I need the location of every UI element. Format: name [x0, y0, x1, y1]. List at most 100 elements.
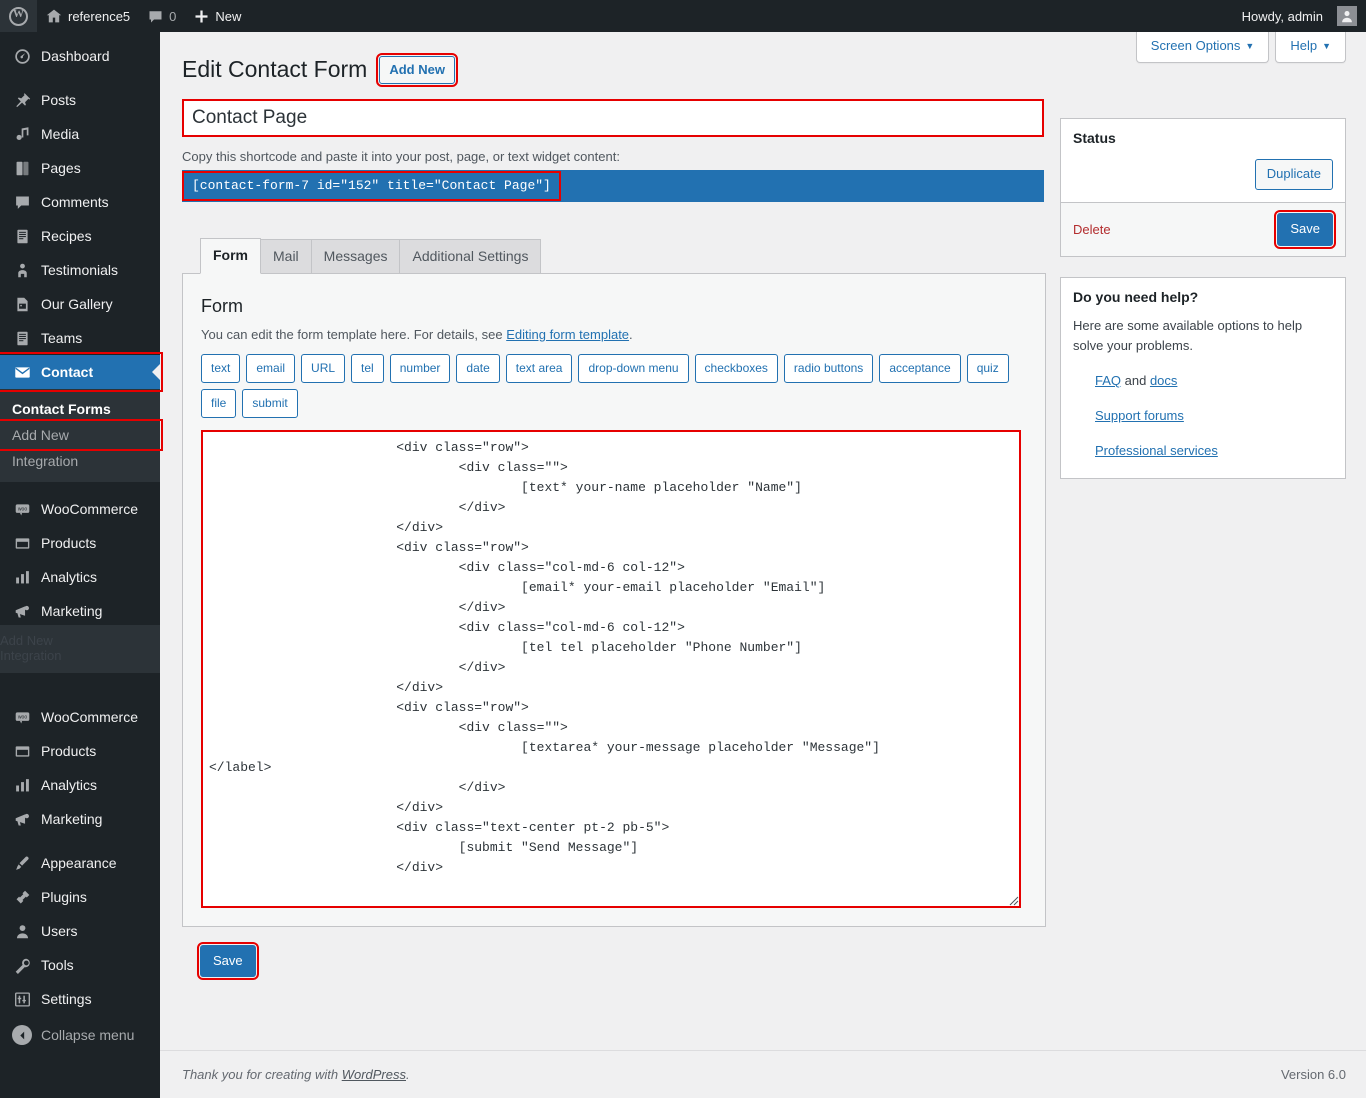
duplicate-contact-submenu-overlay: Add New Integration [0, 625, 160, 673]
save-bottom-wrap: Save [182, 927, 1046, 981]
pin-icon [12, 90, 32, 110]
support-forums-link[interactable]: Support forums [1095, 408, 1184, 423]
sidebar-item-settings[interactable]: Settings [0, 982, 160, 1016]
sidebar-label: Teams [41, 330, 83, 346]
sidebar-item-comments[interactable]: Comments [0, 185, 160, 219]
side-column: Status Duplicate Delete Save Do you need… [1060, 118, 1346, 499]
sidebar-label: Comments [41, 194, 109, 210]
faq-link[interactable]: FAQ [1095, 373, 1121, 388]
list-item: Professional services [1095, 441, 1333, 462]
sidebar-item-appearance[interactable]: Appearance [0, 846, 160, 880]
delete-link[interactable]: Delete [1073, 222, 1111, 237]
sidebar-label: WooCommerce [41, 501, 138, 517]
help-links-list: FAQ and docs Support forums Professional… [1073, 371, 1333, 461]
desc-prefix: You can edit the form template here. For… [201, 327, 507, 343]
collapse-menu-button[interactable]: Collapse menu [0, 1018, 160, 1052]
tab-additional-settings[interactable]: Additional Settings [399, 238, 542, 274]
duplicate-button[interactable]: Duplicate [1254, 159, 1333, 190]
svg-text:woo: woo [17, 714, 27, 720]
submenu-arrow-icon [152, 364, 160, 380]
shortcode-field[interactable]: [contact-form-7 id="152" title="Contact … [182, 169, 1044, 202]
add-new-button[interactable]: Add New [376, 53, 458, 87]
submenu-item-add-new[interactable]: Add New [0, 419, 163, 451]
woo-icon: woo [12, 499, 32, 519]
submenu-item-integration-duplicate[interactable]: Integration [0, 648, 160, 663]
avatar [1337, 6, 1357, 26]
tag-button-acceptance[interactable]: acceptance [879, 354, 961, 383]
brush-icon [12, 853, 32, 873]
sidebar-item-woocommerce-2[interactable]: woo WooCommerce [0, 700, 160, 734]
admin-bar: reference5 0 New Howdy, admin [0, 0, 1366, 32]
sidebar-item-plugins[interactable]: Plugins [0, 880, 160, 914]
sidebar-label: Pages [41, 160, 81, 176]
docs-link[interactable]: docs [1150, 373, 1177, 388]
sidebar-item-media[interactable]: Media [0, 117, 160, 151]
sidebar-item-pages[interactable]: Pages [0, 151, 160, 185]
wordpress-logo-icon [9, 6, 28, 26]
tag-button-checkboxes[interactable]: checkboxes [694, 354, 778, 383]
submenu-item-integration[interactable]: Integration [0, 448, 160, 474]
shortcode-value[interactable]: [contact-form-7 id="152" title="Contact … [182, 170, 561, 201]
submenu-item-add-new-duplicate[interactable]: Add New [0, 633, 160, 648]
thanks-suffix: . [406, 1067, 410, 1082]
sidebar-item-analytics-2[interactable]: Analytics [0, 768, 160, 802]
screen-options-button[interactable]: Screen Options ▼ [1135, 32, 1270, 63]
image-icon [12, 294, 32, 314]
form-title-input[interactable] [182, 98, 1044, 137]
sidebar-item-marketing-2[interactable]: Marketing [0, 802, 160, 836]
form-template-textarea[interactable]: <div class="row"> <div class=""> [text* … [201, 429, 1021, 908]
sidebar-item-analytics[interactable]: Analytics [0, 560, 160, 594]
sidebar-item-marketing[interactable]: Marketing [0, 594, 160, 628]
tag-button-text[interactable]: text [201, 354, 241, 383]
tag-button-file[interactable]: file [201, 388, 237, 418]
editing-form-template-link[interactable]: Editing form template [506, 327, 629, 342]
tab-messages[interactable]: Messages [310, 238, 401, 274]
tag-button-drop-down-menu[interactable]: drop-down menu [578, 354, 689, 383]
sidebar-item-dashboard[interactable]: Dashboard [0, 39, 160, 73]
media-icon [12, 124, 32, 144]
sidebar-label: Recipes [41, 228, 92, 244]
sidebar-item-testimonials[interactable]: Testimonials [0, 253, 160, 287]
sidebar-item-recipes[interactable]: Recipes [0, 219, 160, 253]
wordpress-link[interactable]: WordPress [342, 1067, 406, 1082]
save-button-sidebar[interactable]: Save [1274, 209, 1336, 249]
sidebar-label: Marketing [41, 603, 103, 619]
contact-submenu: Contact Forms Add New Integration [0, 389, 163, 482]
wordpress-logo-menu[interactable] [0, 0, 37, 32]
tag-button-radio-buttons[interactable]: radio buttons [783, 354, 874, 383]
site-name-menu[interactable]: reference5 [37, 0, 139, 32]
list-item: Support forums [1095, 406, 1333, 427]
sidebar-item-woocommerce[interactable]: woo WooCommerce [0, 492, 160, 526]
sidebar-item-posts[interactable]: Posts [0, 83, 160, 117]
sidebar-item-contact[interactable]: Contact [0, 352, 163, 392]
save-button-bottom[interactable]: Save [197, 941, 259, 981]
tab-mail[interactable]: Mail [260, 238, 312, 274]
tag-button-date[interactable]: date [456, 354, 500, 383]
sidebar-label: Contact [41, 364, 94, 380]
chevron-down-icon: ▼ [1245, 41, 1255, 51]
tag-button-text-area[interactable]: text area [505, 354, 573, 383]
tag-button-tel[interactable]: tel [351, 354, 384, 383]
my-account-menu[interactable]: Howdy, admin [1233, 0, 1366, 32]
sidebar-item-products-2[interactable]: Products [0, 734, 160, 768]
screen-meta-links: Screen Options ▼ Help ▼ [1135, 32, 1346, 63]
form-tag-buttons: text email URL tel number date text area… [201, 354, 1031, 418]
help-button[interactable]: Help ▼ [1275, 32, 1346, 63]
sidebar-item-users[interactable]: Users [0, 914, 160, 948]
new-content-menu[interactable]: New [185, 0, 250, 32]
tag-button-url[interactable]: URL [301, 354, 346, 383]
professional-services-link[interactable]: Professional services [1095, 443, 1218, 458]
tab-form[interactable]: Form [200, 237, 261, 275]
megaphone-icon [12, 601, 32, 621]
sidebar-item-tools[interactable]: Tools [0, 948, 160, 982]
woo-icon: woo [12, 707, 32, 727]
tag-button-number[interactable]: number [389, 354, 451, 383]
comments-menu[interactable]: 0 [139, 0, 185, 32]
tag-button-submit[interactable]: submit [242, 388, 298, 418]
submenu-head-contact-forms[interactable]: Contact Forms [0, 396, 160, 422]
tag-button-quiz[interactable]: quiz [966, 354, 1009, 383]
sidebar-item-our-gallery[interactable]: Our Gallery [0, 287, 160, 321]
sidebar-item-products[interactable]: Products [0, 526, 160, 560]
sidebar-item-teams[interactable]: Teams [0, 321, 160, 355]
tag-button-email[interactable]: email [246, 354, 296, 383]
